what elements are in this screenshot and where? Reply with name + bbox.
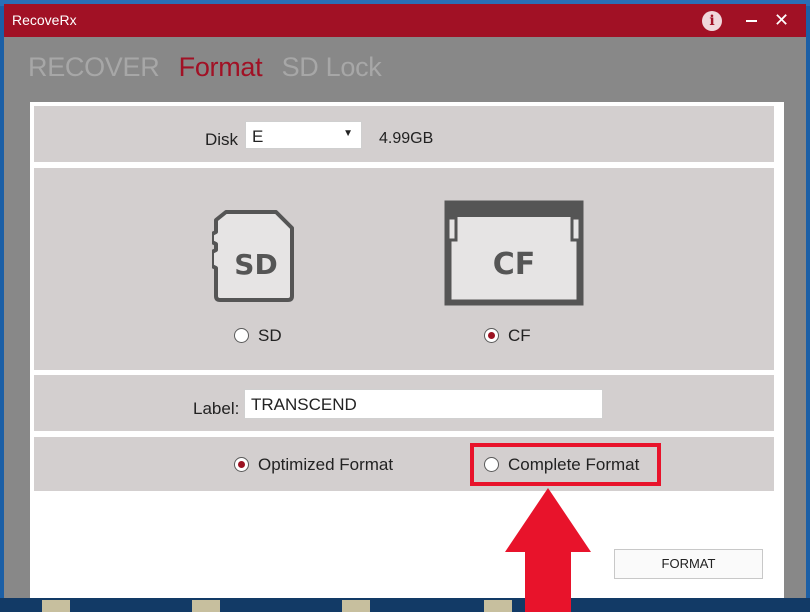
- dropdown-arrow-icon: ▼: [343, 128, 353, 139]
- sd-radio[interactable]: [234, 328, 249, 343]
- volume-label-input[interactable]: TRANSCEND: [244, 389, 603, 419]
- format-panel: Disk E ▼ 4.99GB SD CF SD CF Label: TRANS…: [30, 102, 784, 598]
- optimized-format-label: Optimized Format: [258, 455, 394, 474]
- cf-radio[interactable]: [484, 328, 499, 343]
- taskbar-item[interactable]: [342, 600, 370, 612]
- format-button[interactable]: FORMAT: [614, 549, 763, 579]
- app-window: RecoveRx i ✕ RECOVER Format SD Lock Disk…: [4, 4, 806, 598]
- window-title: RecoveRx: [12, 12, 77, 28]
- cf-option-label: CF: [508, 326, 531, 345]
- format-mode-row: Optimized Format Complete Format: [34, 437, 774, 491]
- tab-format[interactable]: Format: [179, 52, 263, 83]
- disk-capacity: 4.99GB: [379, 130, 434, 147]
- tab-recover[interactable]: RECOVER: [28, 52, 160, 83]
- annotation-arrow-icon: [505, 488, 591, 612]
- disk-row: Disk E ▼ 4.99GB: [34, 106, 774, 162]
- disk-dropdown[interactable]: E ▼: [245, 121, 362, 149]
- sd-icon-text: SD: [234, 248, 277, 281]
- taskbar: [0, 598, 810, 612]
- sd-card-icon: SD: [212, 210, 294, 302]
- info-icon[interactable]: i: [702, 11, 722, 31]
- cf-icon-text: CF: [493, 247, 536, 282]
- close-icon[interactable]: ✕: [774, 10, 789, 30]
- cf-card-icon: CF: [444, 200, 584, 306]
- taskbar-item[interactable]: [42, 600, 70, 612]
- disk-selected-value: E: [252, 127, 264, 146]
- tab-sd-lock[interactable]: SD Lock: [282, 52, 382, 83]
- optimized-format-radio[interactable]: [234, 457, 249, 472]
- volume-label-caption: Label:: [193, 399, 240, 418]
- card-type-row: SD CF SD CF: [34, 168, 774, 370]
- minimize-icon[interactable]: [746, 20, 757, 22]
- taskbar-item[interactable]: [192, 600, 220, 612]
- sd-option-label: SD: [258, 326, 282, 345]
- label-row: Label: TRANSCEND: [34, 375, 774, 431]
- tab-bar: RECOVER Format SD Lock: [28, 52, 394, 83]
- disk-label: Disk: [205, 130, 239, 149]
- title-bar[interactable]: RecoveRx i ✕: [4, 4, 806, 37]
- annotation-highlight-box: [470, 443, 661, 486]
